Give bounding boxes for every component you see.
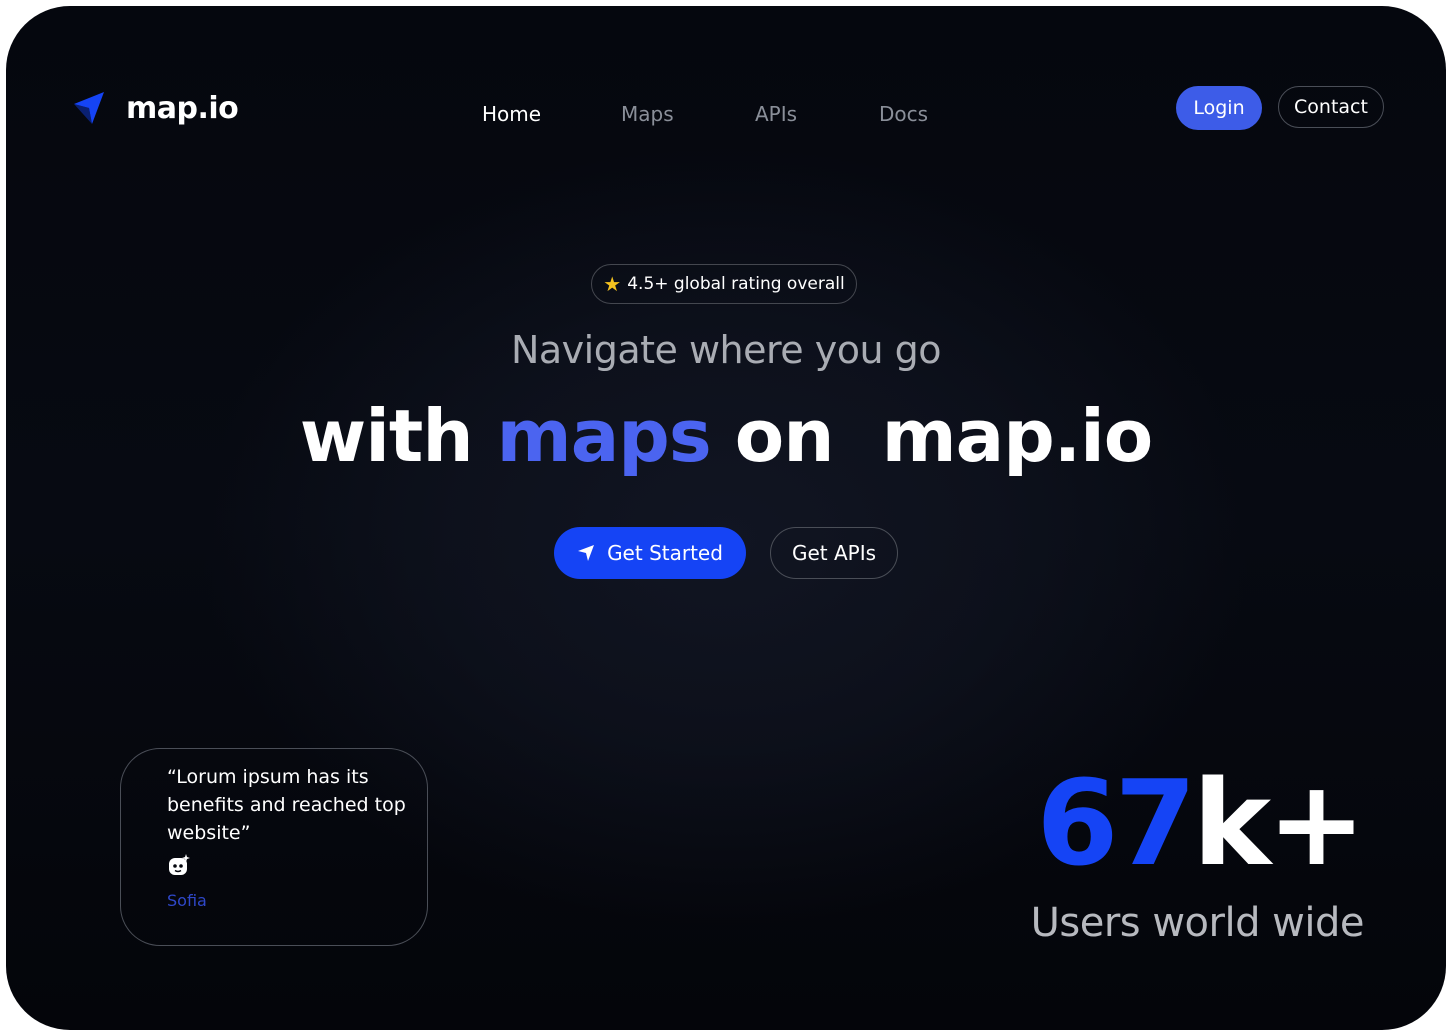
nav-maps[interactable]: Maps (621, 102, 674, 126)
rating-text: 4.5+ global rating overall (627, 274, 845, 294)
testimonial-card: “Lorum ipsum has its benefits and reache… (120, 748, 428, 946)
contact-button[interactable]: Contact (1278, 86, 1384, 128)
headline-part2: on map.io (734, 394, 1153, 478)
user-count: 67k+ (1036, 764, 1366, 882)
headline-accent: maps (496, 394, 712, 478)
navigation-arrow-icon (578, 545, 595, 561)
nav-docs[interactable]: Docs (879, 102, 928, 126)
user-count-suffix: k+ (1192, 754, 1366, 892)
user-count-label: Users world wide (1030, 900, 1365, 946)
nav-home[interactable]: Home (482, 102, 541, 126)
get-started-label: Get Started (607, 541, 723, 565)
rating-badge: ★ 4.5+ global rating overall (591, 264, 857, 304)
hero-headline: with maps on map.io (6, 394, 1446, 478)
get-apis-button[interactable]: Get APIs (770, 527, 898, 579)
page-frame: map.io Home Maps APIs Docs Login Contact… (6, 6, 1446, 1030)
hero-subtitle: Navigate where you go (510, 328, 942, 372)
login-button[interactable]: Login (1176, 86, 1262, 130)
testimonial-quote: “Lorum ipsum has its benefits and reache… (167, 766, 406, 844)
get-started-button[interactable]: Get Started (554, 527, 746, 579)
testimonial-author: Sofia (167, 891, 207, 910)
face-sparkle-icon (169, 854, 190, 875)
star-icon: ★ (603, 272, 622, 296)
user-count-number: 67 (1036, 754, 1196, 892)
nav-apis[interactable]: APIs (755, 102, 797, 126)
headline-part1: with (299, 394, 474, 478)
